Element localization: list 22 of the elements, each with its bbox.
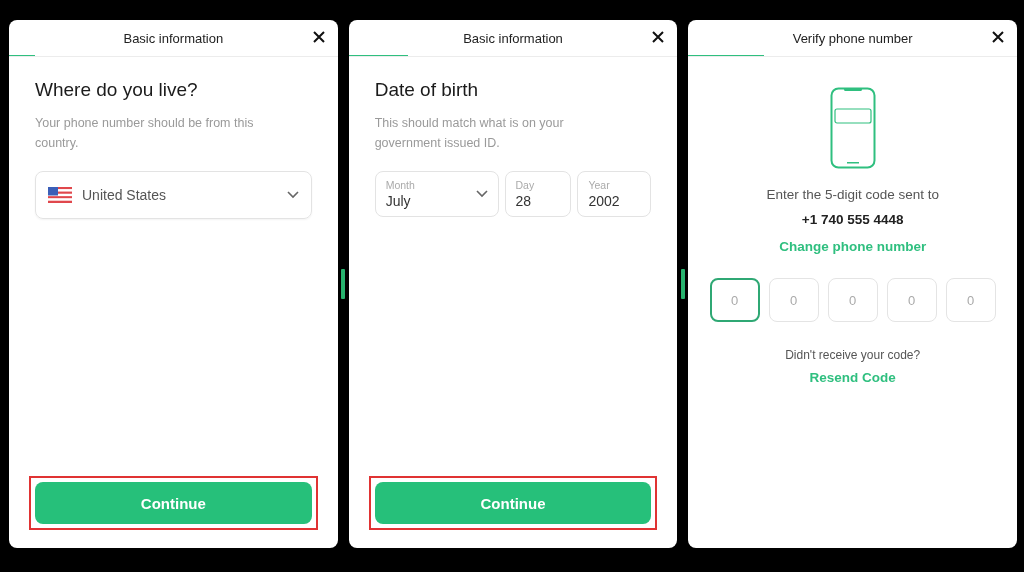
country-select[interactable]: United States [35, 171, 312, 219]
month-select[interactable]: Month July [374, 171, 499, 217]
phone-icon [829, 87, 876, 169]
flag-icon [48, 187, 72, 203]
resend-question: Didn't receive your code? [785, 348, 921, 362]
dialog-title: Basic information [463, 30, 563, 46]
date-field[interactable]: Year 2002 [577, 171, 652, 217]
phone-number: +1 740 555 4448 [801, 212, 904, 227]
hint-text: This should match what is on your government issued ID. [374, 115, 565, 152]
dialog-title: Basic information [123, 30, 224, 46]
close-button[interactable] [651, 30, 666, 44]
chevron-icon [475, 190, 488, 198]
dialog-title: Verify phone number [792, 30, 913, 46]
close-button[interactable] [311, 30, 326, 44]
instruction-text: Enter the 5-digit code sent to [766, 187, 939, 202]
date-field[interactable]: Day 28 [504, 171, 572, 217]
chevron-icon [286, 191, 299, 199]
code-digit-field[interactable]: 0 [709, 278, 760, 322]
question-heading: Where do you live? [35, 79, 199, 101]
hint-text: Your phone number should be from this country. [35, 115, 255, 152]
close-button[interactable] [991, 30, 1005, 44]
question-heading: Date of birth [374, 79, 480, 101]
